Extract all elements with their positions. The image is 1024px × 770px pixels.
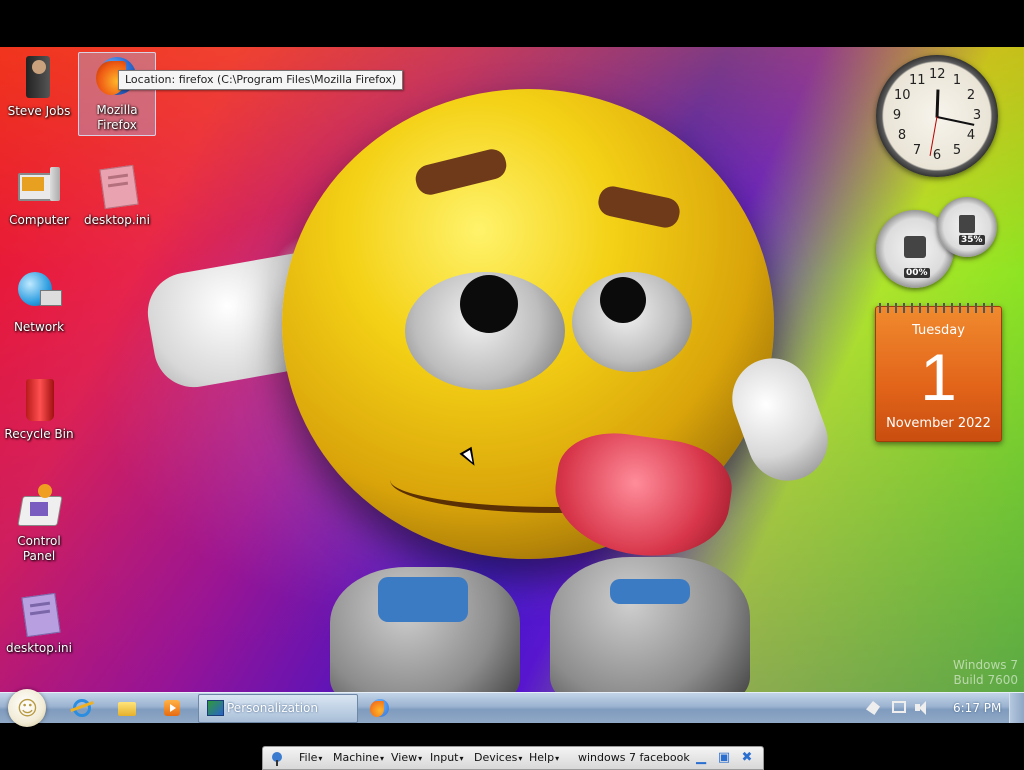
vbox-vm-title: windows 7 facebook [578,751,690,764]
desktop-icon-network[interactable]: Network [1,270,77,335]
show-desktop-button[interactable] [1009,693,1024,723]
desktop-icon-control-panel[interactable]: Control Panel [1,484,77,564]
clock-number: 1 [952,73,962,88]
taskbar-window-personalization[interactable]: Personalization [198,694,358,723]
desktop-icon-steve-jobs[interactable]: Steve Jobs [1,54,77,119]
calendar-date: 1 [920,340,957,414]
start-button[interactable]: ☺ [8,689,46,727]
character-left-shoe [330,567,520,692]
personalization-icon [207,700,224,716]
config-file-icon [16,591,62,638]
desktop-icon-desktop-ini-1[interactable]: desktop.ini [79,163,155,228]
character-left-pupil [460,275,518,333]
clock-number: 3 [972,108,982,123]
close-icon[interactable]: ✖ [739,750,755,766]
taskbar-clock[interactable]: 6:17 PM [953,701,1001,715]
vbox-menu-help[interactable]: Help [529,751,559,764]
clock-number: 4 [966,128,976,143]
vbox-menu-view[interactable]: View [391,751,422,764]
desktop-icon-computer[interactable]: Computer [1,163,77,228]
clock-number: 12 [929,67,946,82]
desktop-background[interactable] [0,47,1024,692]
taskbar: ☺ Personalization 6:17 PM [0,689,1024,727]
desktop-icon-recycle-bin[interactable]: Recycle Bin [1,377,77,442]
recycle-bin-icon [16,377,62,423]
icon-location-tooltip: Location: firefox (C:\Program Files\Mozi… [118,70,404,90]
vbox-menu-file[interactable]: File [299,751,322,764]
clock-number: 8 [897,128,907,143]
action-center-icon[interactable] [866,701,880,715]
media-player-icon[interactable] [160,696,184,720]
calendar-gadget[interactable]: Tuesday 1 November 2022 [875,303,1002,442]
config-file-icon [94,163,140,210]
clock-number: 5 [952,143,962,158]
desktop-icon-mozilla-firefox[interactable]: Mozilla Firefox [78,52,156,136]
clock-gadget[interactable]: 12 1 2 3 4 5 6 7 8 9 10 11 [876,55,998,177]
windows-build-watermark: Windows 7 Build 7600 [952,658,1018,687]
network-icon [16,270,62,316]
firefox-icon[interactable] [368,696,392,720]
calendar-day: Tuesday [912,323,965,338]
calendar-month: November 2022 [886,416,991,431]
cpu-meter-value: 00% [904,268,930,278]
memory-meter-value: 35% [959,235,985,245]
clock-number: 7 [912,143,922,158]
clock-number: 2 [966,88,976,103]
top-black-bar [0,0,1024,47]
minimize-icon[interactable]: ▁ [693,750,709,766]
character-right-pupil [600,277,646,323]
memory-chip-icon [959,215,975,233]
internet-explorer-icon[interactable] [70,696,94,720]
clock-number: 11 [909,73,926,88]
character-right-shoe [550,557,750,692]
clock-number: 10 [894,88,911,103]
folder-icon[interactable] [115,696,139,720]
vbox-menu-machine[interactable]: Machine [333,751,384,764]
restore-icon[interactable]: ▣ [716,750,732,766]
cpu-chip-icon [904,236,926,258]
computer-icon [16,163,62,209]
clock-hour-hand [935,89,940,118]
vbox-menu-input[interactable]: Input [430,751,464,764]
volume-icon[interactable] [915,701,931,715]
memory-meter-gadget[interactable]: 35% [937,197,997,257]
virtualbox-mini-toolbar: File Machine View Input Devices Help win… [262,746,764,770]
smiley-start-icon: ☺ [17,696,38,720]
calendar-rings [879,303,998,313]
control-panel-icon [16,484,63,530]
vbox-menu-devices[interactable]: Devices [474,751,522,764]
clock-number: 9 [892,108,902,123]
network-tray-icon[interactable] [892,701,906,713]
desktop-icon-desktop-ini-2[interactable]: desktop.ini [1,591,77,656]
user-folder-icon [16,54,62,100]
pin-icon[interactable] [269,750,285,766]
